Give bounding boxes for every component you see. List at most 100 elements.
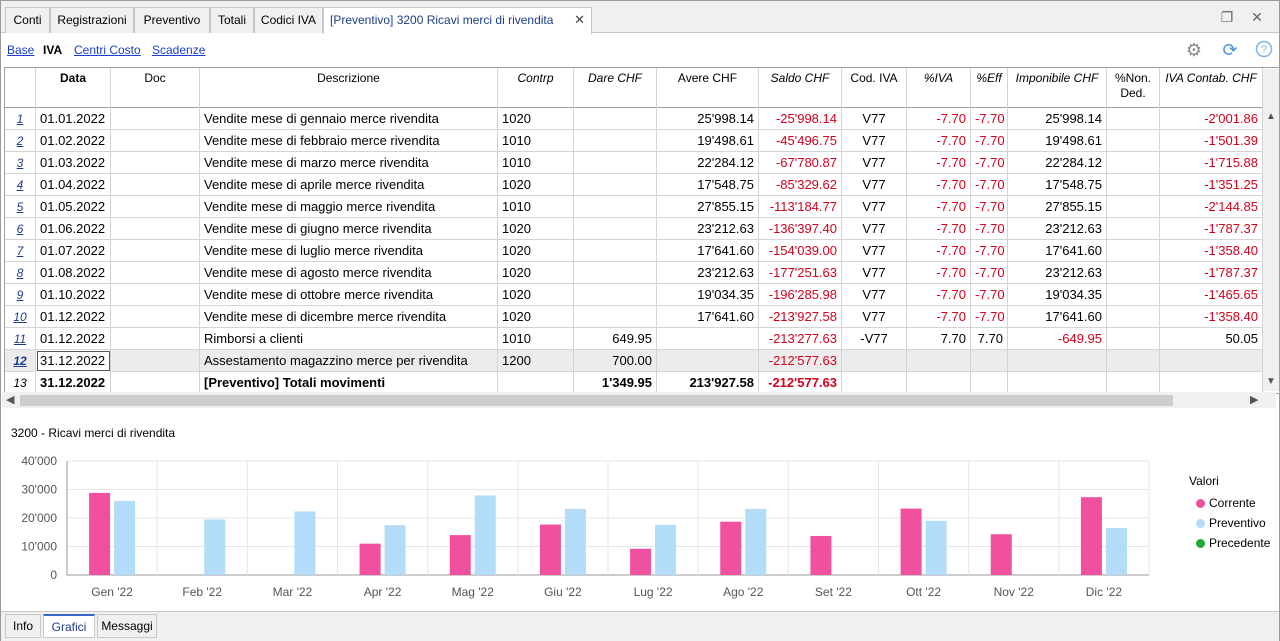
cell-iva-contab[interactable] bbox=[1160, 350, 1263, 372]
cell-iva-contab[interactable]: -1'715.88 bbox=[1160, 152, 1263, 174]
tab-preventivo-3200[interactable]: [Preventivo] 3200 Ricavi merci di rivend… bbox=[323, 7, 592, 34]
cell-saldo[interactable]: -85'329.62 bbox=[759, 174, 842, 196]
tab-preventivo[interactable]: Preventivo bbox=[134, 7, 210, 33]
cell-iva-contab[interactable]: -1'787.37 bbox=[1160, 218, 1263, 240]
cell-perc-iva[interactable]: -7.70 bbox=[907, 196, 971, 218]
legend-item-preventivo[interactable]: Preventivo bbox=[1189, 513, 1279, 533]
hdr-contrp[interactable]: Contrp bbox=[498, 68, 574, 108]
table-row[interactable]: 1 01.01.2022 Vendite mese di gennaio merce… bbox=[5, 108, 1275, 130]
cell-non-ded[interactable] bbox=[1107, 262, 1160, 284]
cell-descrizione[interactable]: Vendite mese di gennaio merce rivendita bbox=[200, 108, 498, 130]
cell-perc-eff[interactable] bbox=[971, 372, 1008, 393]
cell-data[interactable]: 31.12.2022 bbox=[36, 350, 111, 372]
table-row[interactable]: 4 01.04.2022 Vendite mese di aprile merce … bbox=[5, 174, 1275, 196]
tab-conti[interactable]: Conti bbox=[5, 7, 50, 33]
hdr-data[interactable]: Data bbox=[36, 68, 111, 108]
cell-doc[interactable] bbox=[111, 174, 200, 196]
cell-non-ded[interactable] bbox=[1107, 306, 1160, 328]
cell-cod-iva[interactable]: V77 bbox=[842, 306, 907, 328]
cell-saldo[interactable]: -212'577.63 bbox=[759, 350, 842, 372]
cell-iva-contab[interactable]: -1'351.25 bbox=[1160, 174, 1263, 196]
cell-perc-iva[interactable]: 7.70 bbox=[907, 328, 971, 350]
cell-descrizione[interactable]: Vendite mese di febbraio merce rivendita bbox=[200, 130, 498, 152]
scroll-thumb[interactable] bbox=[20, 395, 1173, 406]
cell-doc[interactable] bbox=[111, 196, 200, 218]
cell-non-ded[interactable] bbox=[1107, 174, 1160, 196]
help-icon[interactable]: ? bbox=[1254, 40, 1274, 60]
cell-perc-iva[interactable]: -7.70 bbox=[907, 130, 971, 152]
cell-imponibile[interactable]: -649.95 bbox=[1008, 328, 1107, 350]
cell-avere[interactable]: 23'212.63 bbox=[657, 218, 759, 240]
cell-data[interactable]: 01.12.2022 bbox=[36, 306, 111, 328]
hdr-imponibile[interactable]: Imponibile CHF bbox=[1008, 68, 1107, 108]
cell-dare[interactable] bbox=[574, 218, 657, 240]
table-row[interactable]: 2 01.02.2022 Vendite mese di febbraio merc… bbox=[5, 130, 1275, 152]
cell-perc-eff[interactable] bbox=[971, 350, 1008, 372]
cell-dare[interactable] bbox=[574, 152, 657, 174]
cell-cod-iva[interactable]: V77 bbox=[842, 130, 907, 152]
cell-doc[interactable] bbox=[111, 240, 200, 262]
cell-perc-eff[interactable]: -7.70 bbox=[971, 130, 1008, 152]
close-icon[interactable]: ✕ bbox=[574, 8, 585, 32]
cell-descrizione[interactable]: Vendite mese di marzo merce rivendita bbox=[200, 152, 498, 174]
cell-dare[interactable]: 700.00 bbox=[574, 350, 657, 372]
cell-imponibile[interactable]: 23'212.63 bbox=[1008, 262, 1107, 284]
cell-perc-iva[interactable] bbox=[907, 372, 971, 393]
cell-contrp[interactable] bbox=[498, 372, 574, 393]
row-number[interactable]: 4 bbox=[5, 174, 36, 196]
view-iva-active[interactable]: IVA bbox=[43, 43, 62, 57]
cell-doc[interactable] bbox=[111, 130, 200, 152]
cell-descrizione[interactable]: Vendite mese di giugno merce rivendita bbox=[200, 218, 498, 240]
cell-avere[interactable] bbox=[657, 328, 759, 350]
cell-data[interactable]: 01.08.2022 bbox=[36, 262, 111, 284]
table-row[interactable]: 13 31.12.2022 [Preventivo] Totali moviment… bbox=[5, 372, 1275, 393]
hdr-saldo[interactable]: Saldo CHF bbox=[759, 68, 842, 108]
cell-saldo[interactable]: -213'277.63 bbox=[759, 328, 842, 350]
tab-messaggi[interactable]: Messaggi bbox=[97, 614, 157, 638]
cell-descrizione[interactable]: Vendite mese di luglio merce rivendita bbox=[200, 240, 498, 262]
cell-imponibile[interactable] bbox=[1008, 372, 1107, 393]
cell-doc[interactable] bbox=[111, 306, 200, 328]
cell-non-ded[interactable] bbox=[1107, 130, 1160, 152]
cell-avere[interactable]: 27'855.15 bbox=[657, 196, 759, 218]
cell-non-ded[interactable] bbox=[1107, 328, 1160, 350]
cell-contrp[interactable]: 1010 bbox=[498, 130, 574, 152]
cell-non-ded[interactable] bbox=[1107, 152, 1160, 174]
cell-avere[interactable]: 19'498.61 bbox=[657, 130, 759, 152]
cell-saldo[interactable]: -45'496.75 bbox=[759, 130, 842, 152]
horizontal-scrollbar[interactable]: ◀ ▶ bbox=[2, 392, 1276, 408]
row-number[interactable]: 5 bbox=[5, 196, 36, 218]
cell-perc-eff[interactable]: -7.70 bbox=[971, 218, 1008, 240]
view-centri-costo-link[interactable]: Centri Costo bbox=[74, 43, 141, 57]
cell-descrizione[interactable]: Vendite mese di aprile merce rivendita bbox=[200, 174, 498, 196]
cell-iva-contab[interactable]: -1'465.65 bbox=[1160, 284, 1263, 306]
cell-perc-eff[interactable]: -7.70 bbox=[971, 240, 1008, 262]
cell-imponibile[interactable] bbox=[1008, 350, 1107, 372]
cell-contrp[interactable]: 1010 bbox=[498, 196, 574, 218]
cell-avere[interactable]: 19'034.35 bbox=[657, 284, 759, 306]
row-number[interactable]: 11 bbox=[5, 328, 36, 350]
hdr-perc-iva[interactable]: %IVA bbox=[907, 68, 971, 108]
cell-avere[interactable]: 17'641.60 bbox=[657, 306, 759, 328]
tab-codici-iva[interactable]: Codici IVA bbox=[254, 7, 323, 33]
hdr-cod-iva[interactable]: Cod. IVA bbox=[842, 68, 907, 108]
cell-avere[interactable]: 25'998.14 bbox=[657, 108, 759, 130]
cell-perc-iva[interactable]: -7.70 bbox=[907, 262, 971, 284]
cell-imponibile[interactable]: 17'641.60 bbox=[1008, 240, 1107, 262]
cell-imponibile[interactable]: 19'034.35 bbox=[1008, 284, 1107, 306]
tab-grafici[interactable]: Grafici bbox=[43, 614, 95, 638]
table-row[interactable]: 5 01.05.2022 Vendite mese di maggio merce … bbox=[5, 196, 1275, 218]
cell-perc-eff[interactable]: -7.70 bbox=[971, 306, 1008, 328]
cell-dare[interactable] bbox=[574, 130, 657, 152]
tab-info[interactable]: Info bbox=[5, 614, 41, 638]
cell-doc[interactable] bbox=[111, 152, 200, 174]
close-window-icon[interactable]: ✕ bbox=[1249, 9, 1265, 25]
view-scadenze-link[interactable]: Scadenze bbox=[152, 43, 205, 57]
cell-saldo[interactable]: -196'285.98 bbox=[759, 284, 842, 306]
cell-non-ded[interactable] bbox=[1107, 218, 1160, 240]
cell-imponibile[interactable]: 23'212.63 bbox=[1008, 218, 1107, 240]
cell-doc[interactable] bbox=[111, 284, 200, 306]
cell-non-ded[interactable] bbox=[1107, 350, 1160, 372]
cell-imponibile[interactable]: 27'855.15 bbox=[1008, 196, 1107, 218]
cell-data[interactable]: 01.04.2022 bbox=[36, 174, 111, 196]
